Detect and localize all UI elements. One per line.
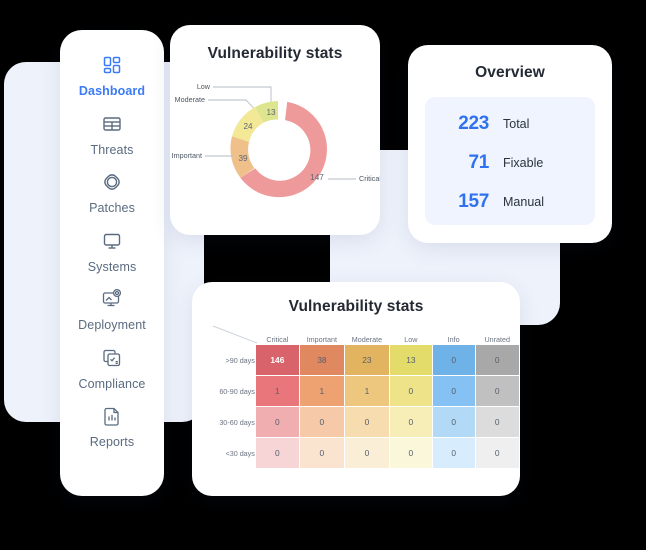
sidebar-item-label: Reports bbox=[89, 435, 135, 449]
heatmap-cell[interactable]: 0 bbox=[389, 438, 432, 468]
heatmap-cell[interactable]: 0 bbox=[389, 407, 432, 437]
sidebar-item-systems[interactable]: Systems bbox=[60, 228, 164, 274]
heatmap-body: >90 days 146 38 23 13 0 0 60-90 days 1 1 1 0 0 0 30-60… bbox=[211, 345, 519, 468]
card-title: Overview bbox=[475, 64, 545, 81]
sidebar-item-threats[interactable]: Threats bbox=[60, 111, 164, 157]
heatmap-corner-cell bbox=[211, 325, 258, 344]
heatmap-cell[interactable]: 23 bbox=[344, 345, 389, 375]
card-title: Vulnerability stats bbox=[288, 298, 424, 315]
patch-knot-icon bbox=[99, 169, 125, 195]
heatmap-col-header: Low bbox=[404, 335, 418, 344]
donut-label-low: Low bbox=[197, 82, 211, 91]
donut-value-critical: 147 bbox=[310, 173, 324, 182]
overview-card: Overview 223 Total 71 Fixable 157 Manual bbox=[408, 45, 612, 243]
vulnerability-stats-heatmap-card: Vulnerability stats Critical Important M… bbox=[192, 282, 520, 496]
monitor-icon bbox=[99, 228, 125, 254]
overview-value: 71 bbox=[468, 152, 489, 173]
heatmap-cell[interactable]: 0 bbox=[475, 407, 519, 437]
heatmap-cell[interactable]: 0 bbox=[389, 376, 432, 406]
overview-label: Total bbox=[503, 117, 530, 131]
heatmap-row: >90 days 146 38 23 13 0 0 bbox=[211, 345, 519, 375]
card-title: Vulnerability stats bbox=[207, 45, 343, 62]
heatmap-cell[interactable]: 0 bbox=[299, 438, 344, 468]
heatmap-col-header: Unrated bbox=[484, 335, 511, 344]
sidebar-item-label: Systems bbox=[87, 259, 137, 274]
heatmap-header-row: Critical Important Moderate Low Info Unr… bbox=[211, 325, 519, 344]
overview-value: 223 bbox=[458, 113, 489, 134]
overview-label: Fixable bbox=[503, 156, 544, 170]
table-icon bbox=[99, 111, 125, 137]
heatmap-cell[interactable]: 0 bbox=[299, 407, 344, 437]
heatmap-table: Critical Important Moderate Low Info Unr… bbox=[210, 324, 520, 469]
heatmap-col-header: Important bbox=[306, 335, 338, 344]
heatmap-cell[interactable]: 13 bbox=[389, 345, 432, 375]
heatmap-cell[interactable]: 0 bbox=[432, 345, 475, 375]
heatmap-cell[interactable]: 0 bbox=[255, 438, 299, 468]
sidebar-item-label: Patches bbox=[89, 201, 135, 215]
heatmap-header: Critical Important Moderate Low Info Unr… bbox=[211, 325, 519, 344]
sidebar-item-label: Threats bbox=[90, 142, 134, 157]
heatmap-row: 30-60 days 0 0 0 0 0 0 bbox=[211, 407, 519, 437]
dashboard-grid-icon bbox=[99, 52, 125, 78]
donut-chart: Low Moderate Important Critical 13 24 39… bbox=[170, 73, 380, 223]
heatmap-cell[interactable]: 146 bbox=[255, 345, 299, 375]
overview-label: Manual bbox=[503, 195, 544, 209]
donut-value-important: 39 bbox=[238, 154, 248, 163]
donut-label-moderate: Moderate bbox=[175, 95, 205, 104]
sidebar-item-dashboard[interactable]: Dashboard bbox=[60, 52, 164, 98]
heatmap-row: <30 days 0 0 0 0 0 0 bbox=[211, 438, 519, 468]
heatmap-cell[interactable]: 0 bbox=[475, 438, 519, 468]
checklist-icon bbox=[99, 345, 125, 371]
vulnerability-stats-donut-card: Vulnerability stats Low Moderate Importa… bbox=[170, 25, 380, 235]
heatmap-row-header: 60-90 days bbox=[219, 386, 255, 396]
sidebar-item-deployment[interactable]: Deployment bbox=[60, 286, 164, 332]
diagonal-divider-icon bbox=[212, 325, 258, 344]
heatmap-cell[interactable]: 38 bbox=[299, 345, 344, 375]
heatmap-cell[interactable]: 1 bbox=[255, 376, 299, 406]
heatmap-cell[interactable]: 1 bbox=[344, 376, 389, 406]
heatmap-col-header: Moderate bbox=[351, 335, 383, 344]
heatmap-cell[interactable]: 0 bbox=[475, 345, 519, 375]
donut-slices bbox=[230, 101, 327, 198]
heatmap-row-header: 30-60 days bbox=[219, 417, 255, 427]
donut-value-moderate: 24 bbox=[243, 122, 253, 131]
donut-label-critical: Critical bbox=[359, 174, 380, 183]
heatmap-cell[interactable]: 1 bbox=[299, 376, 344, 406]
sidebar-item-compliance[interactable]: Compliance bbox=[60, 345, 164, 391]
overview-value: 157 bbox=[458, 191, 489, 212]
heatmap-cell[interactable]: 0 bbox=[344, 407, 389, 437]
heatmap-row-header: <30 days bbox=[225, 448, 255, 458]
donut-leader-lines bbox=[205, 86, 356, 180]
heatmap-cell[interactable]: 0 bbox=[432, 376, 475, 406]
sidebar-nav: Dashboard Threats Patches Systems Deploy… bbox=[60, 30, 164, 496]
sidebar-item-label: Compliance bbox=[78, 376, 146, 391]
donut-label-important: Important bbox=[172, 151, 202, 160]
overview-row-fixable: 71 Fixable bbox=[425, 148, 595, 178]
heatmap-col-header: Info bbox=[447, 335, 460, 344]
heatmap-cell[interactable]: 0 bbox=[475, 376, 519, 406]
heatmap-cell[interactable]: 0 bbox=[432, 407, 475, 437]
app-screenshot: Dashboard Threats Patches Systems Deploy… bbox=[0, 0, 646, 550]
donut-chart-svg: Low Moderate Important Critical 13 24 39… bbox=[172, 82, 380, 198]
sidebar-item-label: Dashboard bbox=[78, 84, 146, 98]
sidebar-item-label: Deployment bbox=[78, 318, 146, 332]
donut-value-low: 13 bbox=[266, 108, 276, 117]
heatmap-col-header: Critical bbox=[266, 335, 289, 344]
heatmap-cell[interactable]: 0 bbox=[432, 438, 475, 468]
overview-stats-panel: 223 Total 71 Fixable 157 Manual bbox=[425, 97, 595, 225]
heatmap-row-header: >90 days bbox=[225, 355, 255, 365]
report-document-icon bbox=[99, 403, 125, 429]
overview-row-manual: 157 Manual bbox=[425, 187, 595, 217]
heatmap-cell[interactable]: 0 bbox=[255, 407, 299, 437]
sidebar-item-reports[interactable]: Reports bbox=[60, 403, 164, 449]
heatmap-cell[interactable]: 0 bbox=[344, 438, 389, 468]
heatmap-row: 60-90 days 1 1 1 0 0 0 bbox=[211, 376, 519, 406]
sidebar-item-patches[interactable]: Patches bbox=[60, 169, 164, 215]
deployment-icon bbox=[99, 286, 125, 312]
overview-row-total: 223 Total bbox=[425, 109, 595, 139]
